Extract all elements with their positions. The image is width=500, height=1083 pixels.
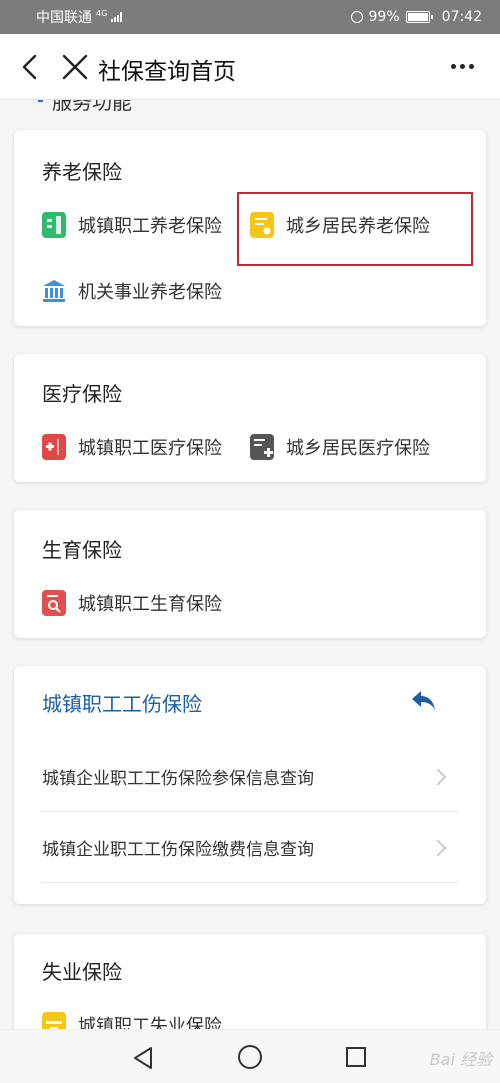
medical-title: 医疗保险 — [42, 382, 122, 406]
maternity-card: 生育保险 城镇职工生育保险 — [14, 510, 486, 638]
carrier-name: 中国联通 — [36, 10, 92, 26]
highlight-box — [237, 192, 473, 266]
maternity-title: 生育保险 — [42, 538, 122, 562]
row-label: 城镇企业职工工伤保险缴费信息查询 — [42, 840, 314, 860]
item-label: 城镇职工医疗保险 — [78, 438, 222, 459]
page-title: 社保查询首页 — [98, 59, 236, 85]
wallet-icon — [42, 1012, 66, 1029]
chevron-right-icon — [429, 839, 447, 856]
unemployment-title: 失业保险 — [42, 960, 122, 984]
item-label: 城镇职工失业保险 — [78, 1016, 222, 1029]
building-icon — [42, 212, 66, 238]
urban-employee-medical-item[interactable]: 城镇职工医疗保险 — [42, 432, 222, 462]
section-title-peek: 服务功能 — [52, 100, 132, 114]
nav-home-icon[interactable] — [238, 1045, 262, 1069]
institution-pension-item[interactable]: 机关事业养老保险 — [42, 276, 222, 306]
more-menu-icon[interactable] — [451, 64, 474, 69]
medical-kit-icon — [42, 434, 66, 460]
injury-title: 城镇职工工伤保险 — [42, 692, 202, 716]
urban-employee-maternity-item[interactable]: 城镇职工生育保险 — [42, 588, 222, 618]
section-marker — [38, 100, 43, 102]
close-icon[interactable] — [62, 54, 88, 80]
injury-card: 城镇职工工伤保险 城镇企业职工工伤保险参保信息查询 城镇企业职工工伤保险缴费信息… — [14, 666, 486, 904]
status-bar: 中国联通 4G 99% 07:42 — [0, 0, 500, 34]
nav-back-icon[interactable] — [132, 1046, 154, 1070]
main-content[interactable]: 服务功能 养老保险 城镇职工养老保险 城乡居民养老保险 机关事业养老保险 医疗保… — [0, 100, 500, 1029]
rural-resident-medical-item[interactable]: 城乡居民医疗保险 — [250, 432, 430, 462]
item-label: 机关事业养老保险 — [78, 282, 222, 303]
item-label: 城乡居民医疗保险 — [286, 438, 430, 459]
pension-title: 养老保险 — [42, 160, 122, 184]
injury-enrollment-query-row[interactable]: 城镇企业职工工伤保险参保信息查询 — [42, 742, 458, 812]
medical-card: 医疗保险 城镇职工医疗保险 城乡居民医疗保险 — [14, 354, 486, 482]
medical-document-icon — [250, 434, 274, 460]
search-document-icon — [42, 590, 66, 616]
row-label: 城镇企业职工工伤保险参保信息查询 — [42, 769, 314, 789]
alarm-icon — [350, 11, 363, 23]
app-header: 社保查询首页 — [0, 34, 500, 100]
reply-arrow-icon[interactable] — [410, 688, 438, 714]
urban-employee-pension-item[interactable]: 城镇职工养老保险 — [42, 210, 222, 240]
item-label: 城镇职工生育保险 — [78, 594, 222, 615]
bank-icon — [42, 278, 66, 304]
chevron-right-icon — [429, 768, 447, 785]
pension-card: 养老保险 城镇职工养老保险 城乡居民养老保险 机关事业养老保险 — [14, 130, 486, 326]
watermark: Bai 经验 — [429, 1050, 492, 1069]
clock: 07:42 — [441, 9, 482, 25]
unemployment-card: 失业保险 城镇职工失业保险 — [14, 934, 486, 1029]
battery-icon — [405, 11, 433, 23]
system-nav-bar: Bai 经验 — [0, 1029, 500, 1083]
back-arrow-icon[interactable] — [18, 54, 44, 80]
urban-employee-unemployment-item[interactable]: 城镇职工失业保险 — [42, 1010, 222, 1029]
nav-recent-apps-icon[interactable] — [346, 1047, 366, 1067]
network-type: 4G — [96, 9, 108, 18]
battery-percent: 99% — [368, 9, 400, 25]
signal-icon — [111, 12, 123, 22]
injury-payment-query-row[interactable]: 城镇企业职工工伤保险缴费信息查询 — [42, 813, 458, 883]
item-label: 城镇职工养老保险 — [78, 216, 222, 237]
